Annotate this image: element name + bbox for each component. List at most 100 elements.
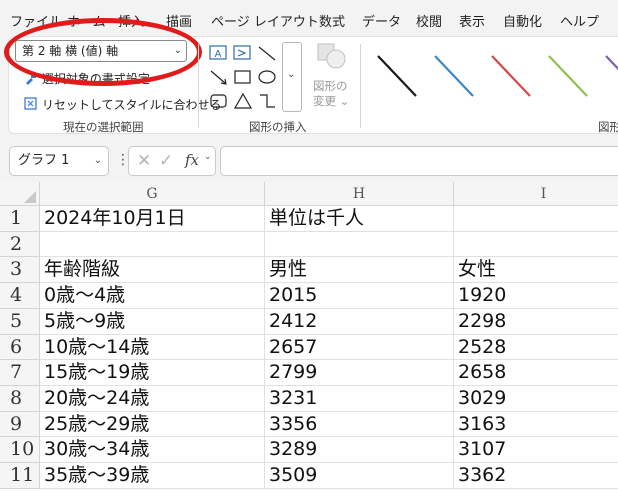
row-header[interactable]: 9 (0, 412, 40, 437)
shape-gallery: A (207, 42, 279, 112)
menu-view[interactable]: 表示 (459, 11, 485, 30)
rounded-rectangle-icon[interactable] (209, 92, 229, 110)
cell-i9[interactable]: 3163 (454, 412, 618, 437)
cell-h3[interactable]: 男性 (265, 257, 454, 283)
cell-g6[interactable]: 10歳～14歳 (40, 335, 265, 360)
reset-style-button[interactable]: リセットしてスタイルに合わせる (24, 96, 221, 113)
cell-i8[interactable]: 3029 (454, 386, 618, 412)
column-header-h[interactable]: H (265, 182, 454, 206)
cell-g4[interactable]: 0歳～4歳 (40, 283, 265, 309)
line-icon[interactable] (257, 44, 277, 62)
menu-page-layout[interactable]: ページ レイアウト (211, 11, 319, 30)
ribbon-separator (360, 44, 361, 128)
arrow-line-icon[interactable] (209, 68, 229, 86)
cell-i1[interactable] (454, 206, 618, 232)
chevron-down-icon: ⌄ (204, 152, 212, 162)
row-header[interactable]: 3 (0, 257, 40, 283)
row-header[interactable]: 8 (0, 386, 40, 412)
name-box[interactable]: グラフ 1 ⌄ (9, 146, 109, 176)
text-box-vertical-icon[interactable] (233, 44, 253, 62)
row-header[interactable]: 10 (0, 437, 40, 463)
column-header-i[interactable]: I (454, 182, 618, 206)
insert-function-icon[interactable]: fx (185, 151, 199, 169)
cell-g8[interactable]: 20歳～24歳 (40, 386, 265, 412)
cell-i6[interactable]: 2528 (454, 335, 618, 360)
row-header[interactable]: 7 (0, 360, 40, 386)
change-shape-icon (317, 43, 346, 69)
cell-h4[interactable]: 2015 (265, 283, 454, 309)
spreadsheet-grid: G H I 1 2024年10月1日 単位は千人 2 3 年齢階級 男性 女性 4 0歳～4歳 20… (0, 182, 618, 492)
row-header[interactable]: 2 (0, 232, 40, 257)
shape-gallery-more-button[interactable]: ⌄ (282, 42, 302, 112)
reset-style-label: リセットしてスタイルに合わせる (41, 98, 222, 112)
cell-h11[interactable]: 3509 (265, 463, 454, 489)
annotation-highlight-oval (4, 18, 202, 86)
row-header[interactable]: 1 (0, 206, 40, 232)
menu-data[interactable]: データ (362, 11, 401, 30)
triangle-icon[interactable] (233, 92, 253, 110)
line-style-preset[interactable] (377, 55, 417, 97)
cell-h2[interactable] (265, 232, 454, 257)
column-header-g[interactable]: G (40, 182, 265, 206)
cell-i5[interactable]: 2298 (454, 309, 618, 335)
menu-help[interactable]: ヘルプ (560, 11, 599, 30)
cell-i10[interactable]: 3107 (454, 437, 618, 463)
row-header[interactable]: 6 (0, 335, 40, 360)
cell-g11[interactable]: 35歳～39歳 (40, 463, 265, 489)
reset-icon (24, 97, 37, 110)
cell-i7[interactable]: 2658 (454, 360, 618, 386)
cell-h9[interactable]: 3356 (265, 412, 454, 437)
chevron-down-icon: ⌄ (93, 155, 102, 166)
line-style-gallery (377, 55, 618, 97)
cancel-icon[interactable]: ✕ (137, 151, 151, 171)
line-style-preset[interactable] (491, 55, 531, 97)
text-box-horizontal-icon[interactable]: A (209, 44, 229, 62)
line-style-preset[interactable] (548, 55, 588, 97)
oval-icon[interactable] (257, 68, 277, 86)
cell-g7[interactable]: 15歳～19歳 (40, 360, 265, 386)
change-shape-label-line1: 図形の (313, 79, 348, 93)
name-box-value: グラフ 1 (18, 153, 70, 168)
column-header-row: G H I (0, 182, 618, 206)
cell-h5[interactable]: 2412 (265, 309, 454, 335)
formula-input[interactable] (220, 146, 618, 176)
confirm-icon[interactable]: ✓ (159, 151, 173, 171)
select-all-triangle-icon (24, 191, 36, 203)
cell-h10[interactable]: 3289 (265, 437, 454, 463)
elbow-connector-icon[interactable] (257, 92, 277, 110)
shape-styles-group-label: 図形 (598, 120, 618, 134)
cell-g3[interactable]: 年齢階級 (40, 257, 265, 283)
cell-i4[interactable]: 1920 (454, 283, 618, 309)
row-header[interactable]: 4 (0, 283, 40, 309)
cell-h7[interactable]: 2799 (265, 360, 454, 386)
cell-h1[interactable]: 単位は千人 (265, 206, 454, 232)
cell-g2[interactable] (40, 232, 265, 257)
formula-bar: グラフ 1 ⌄ ⋮ ✕ ✓ fx ⌄ (0, 138, 618, 182)
cell-i11[interactable]: 3362 (454, 463, 618, 489)
svg-text:A: A (215, 49, 222, 60)
row-header[interactable]: 11 (0, 463, 40, 489)
insert-shapes-group-label: 図形の挿入 (249, 120, 307, 134)
menu-formulas[interactable]: 数式 (319, 11, 345, 30)
current-selection-group-label: 現在の選択範囲 (63, 120, 144, 134)
cell-h6[interactable]: 2657 (265, 335, 454, 360)
menu-review[interactable]: 校閲 (416, 11, 442, 30)
cell-i2[interactable] (454, 232, 618, 257)
change-shape-label-line2: 変更 ⌄ (313, 94, 350, 108)
formula-controls: ✕ ✓ fx ⌄ (128, 146, 216, 176)
select-all-corner[interactable] (0, 182, 40, 206)
cell-i3[interactable]: 女性 (454, 257, 618, 283)
ribbon-separator (198, 44, 199, 128)
cell-g10[interactable]: 30歳～34歳 (40, 437, 265, 463)
cell-h8[interactable]: 3231 (265, 386, 454, 412)
menu-automate[interactable]: 自動化 (503, 11, 542, 30)
row-header[interactable]: 5 (0, 309, 40, 335)
line-style-preset[interactable] (605, 55, 618, 96)
chevron-down-icon: ⌄ (287, 69, 296, 80)
cell-g9[interactable]: 25歳～29歳 (40, 412, 265, 437)
cell-g5[interactable]: 5歳～9歳 (40, 309, 265, 335)
line-style-preset[interactable] (434, 55, 474, 97)
cell-g1[interactable]: 2024年10月1日 (40, 206, 265, 232)
rectangle-icon[interactable] (233, 68, 253, 86)
change-shape-button[interactable]: 図形の 変更 ⌄ (310, 42, 352, 108)
